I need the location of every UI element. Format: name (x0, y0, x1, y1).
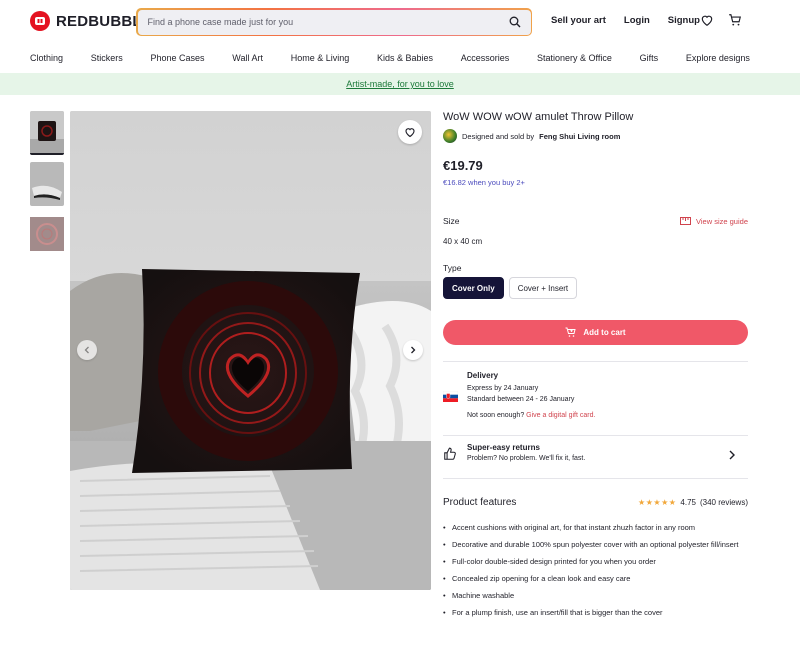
list-item: Decorative and durable 100% spun polyest… (443, 537, 748, 552)
type-option-cover-insert[interactable]: Cover + Insert (508, 277, 578, 299)
size-label: Size (443, 216, 460, 226)
type-label: Type (443, 263, 462, 273)
slovakia-flag-icon (443, 391, 458, 402)
rating-summary[interactable]: ★★★★★ 4.75 (340 reviews) (638, 498, 748, 507)
thumbnail-2[interactable] (30, 162, 64, 206)
returns-subtext: Problem? No problem. We'll fix it, fast. (467, 455, 586, 462)
product-price: €19.79 (443, 158, 483, 173)
divider (443, 435, 748, 436)
divider (443, 361, 748, 362)
search-icon[interactable] (509, 16, 521, 28)
chevron-left-icon (84, 346, 89, 354)
nav-item-kids-babies[interactable]: Kids & Babies (377, 53, 433, 63)
nav-item-gifts[interactable]: Gifts (640, 53, 659, 63)
size-guide-text: View size guide (696, 216, 748, 226)
designer-info: Designed and sold by Feng Shui Living ro… (443, 129, 748, 143)
express-delivery: Express by 24 January (467, 385, 539, 392)
size-value: 40 x 40 cm (443, 237, 483, 246)
nav-item-wall-art[interactable]: Wall Art (232, 53, 263, 63)
cart-icon[interactable] (728, 13, 742, 27)
nav-item-accessories[interactable]: Accessories (461, 53, 510, 63)
thumbs-up-icon (444, 447, 456, 460)
not-soon-text: Not soon enough? (467, 412, 525, 419)
product-details: WoW WOW wOW amulet Throw Pillow Designed… (443, 111, 748, 620)
designer-link[interactable]: Feng Shui Living room (539, 132, 620, 141)
list-item: For a plump finish, use an insert/fill t… (443, 605, 748, 620)
gift-card-link[interactable]: Give a digital gift card. (526, 412, 595, 419)
search-bar[interactable]: Find a phone case made just for you (136, 8, 532, 36)
nav-item-clothing[interactable]: Clothing (30, 53, 63, 63)
features-list: Accent cushions with original art, for t… (443, 520, 748, 622)
gift-card-row: Not soon enough? Give a digital gift car… (467, 412, 748, 419)
logo-mark-icon (30, 11, 50, 31)
favorite-button[interactable] (398, 120, 422, 144)
heart-icon[interactable] (700, 13, 714, 27)
designed-by-text: Designed and sold by (462, 131, 535, 141)
nav-item-phone-cases[interactable]: Phone Cases (151, 53, 205, 63)
nav-item-home-living[interactable]: Home & Living (291, 53, 350, 63)
thumbnail-list (30, 111, 65, 264)
promo-banner: Artist-made, for you to love (0, 73, 800, 95)
list-item: Full-color double-sided design printed f… (443, 554, 748, 569)
cart-plus-icon (565, 327, 577, 337)
returns-heading: Super-easy returns (467, 443, 540, 452)
list-item: Machine washable (443, 588, 748, 603)
list-item: Concealed zip opening for a clean look a… (443, 571, 748, 586)
signup-link[interactable]: Signup (668, 15, 700, 26)
next-image-button[interactable] (403, 340, 423, 360)
returns-section[interactable]: Super-easy returns Problem? No problem. … (443, 443, 748, 462)
size-guide-link[interactable]: View size guide (680, 216, 748, 226)
list-item: Accent cushions with original art, for t… (443, 520, 748, 535)
add-to-cart-button[interactable]: Add to cart (443, 320, 748, 345)
site-header: REDBUBBLE Find a phone case made just fo… (0, 0, 800, 45)
delivery-heading: Delivery (467, 371, 499, 380)
delivery-section: Delivery Express by 24 January Standard … (443, 371, 748, 419)
type-option-cover-only[interactable]: Cover Only (443, 277, 504, 299)
ruler-icon (680, 217, 692, 225)
sell-your-art-link[interactable]: Sell your art (551, 15, 606, 26)
review-count: (340 reviews) (699, 498, 748, 507)
thumbnail-3[interactable] (30, 213, 64, 257)
heart-icon (405, 128, 415, 138)
promo-banner-link[interactable]: Artist-made, for you to love (346, 79, 454, 89)
chevron-right-icon (729, 450, 735, 460)
prev-image-button[interactable] (77, 340, 97, 360)
rating-value: 4.75 (680, 498, 696, 507)
nav-item-explore-designs[interactable]: Explore designs (686, 53, 750, 63)
type-options: Cover Only Cover + Insert (443, 277, 578, 299)
thumbnail-1[interactable] (30, 111, 64, 155)
bulk-price: €16.82 when you buy 2+ (443, 178, 525, 187)
designer-avatar[interactable] (443, 129, 457, 143)
nav-item-stickers[interactable]: Stickers (91, 53, 123, 63)
login-link[interactable]: Login (624, 15, 650, 26)
chevron-right-icon (411, 346, 416, 354)
product-image[interactable] (70, 111, 431, 590)
add-to-cart-label: Add to cart (583, 328, 626, 337)
standard-delivery: Standard between 24 - 26 January (467, 396, 575, 403)
features-heading: Product features (443, 497, 517, 508)
divider (443, 478, 748, 479)
nav-item-stationery-office[interactable]: Stationery & Office (537, 53, 612, 63)
product-title: WoW WOW wOW amulet Throw Pillow (443, 111, 634, 123)
redbubble-logo[interactable]: REDBUBBLE (30, 11, 152, 31)
star-rating-icon: ★★★★★ (638, 498, 677, 507)
category-nav: Clothing Stickers Phone Cases Wall Art H… (30, 53, 750, 63)
search-input[interactable]: Find a phone case made just for you (148, 17, 294, 27)
